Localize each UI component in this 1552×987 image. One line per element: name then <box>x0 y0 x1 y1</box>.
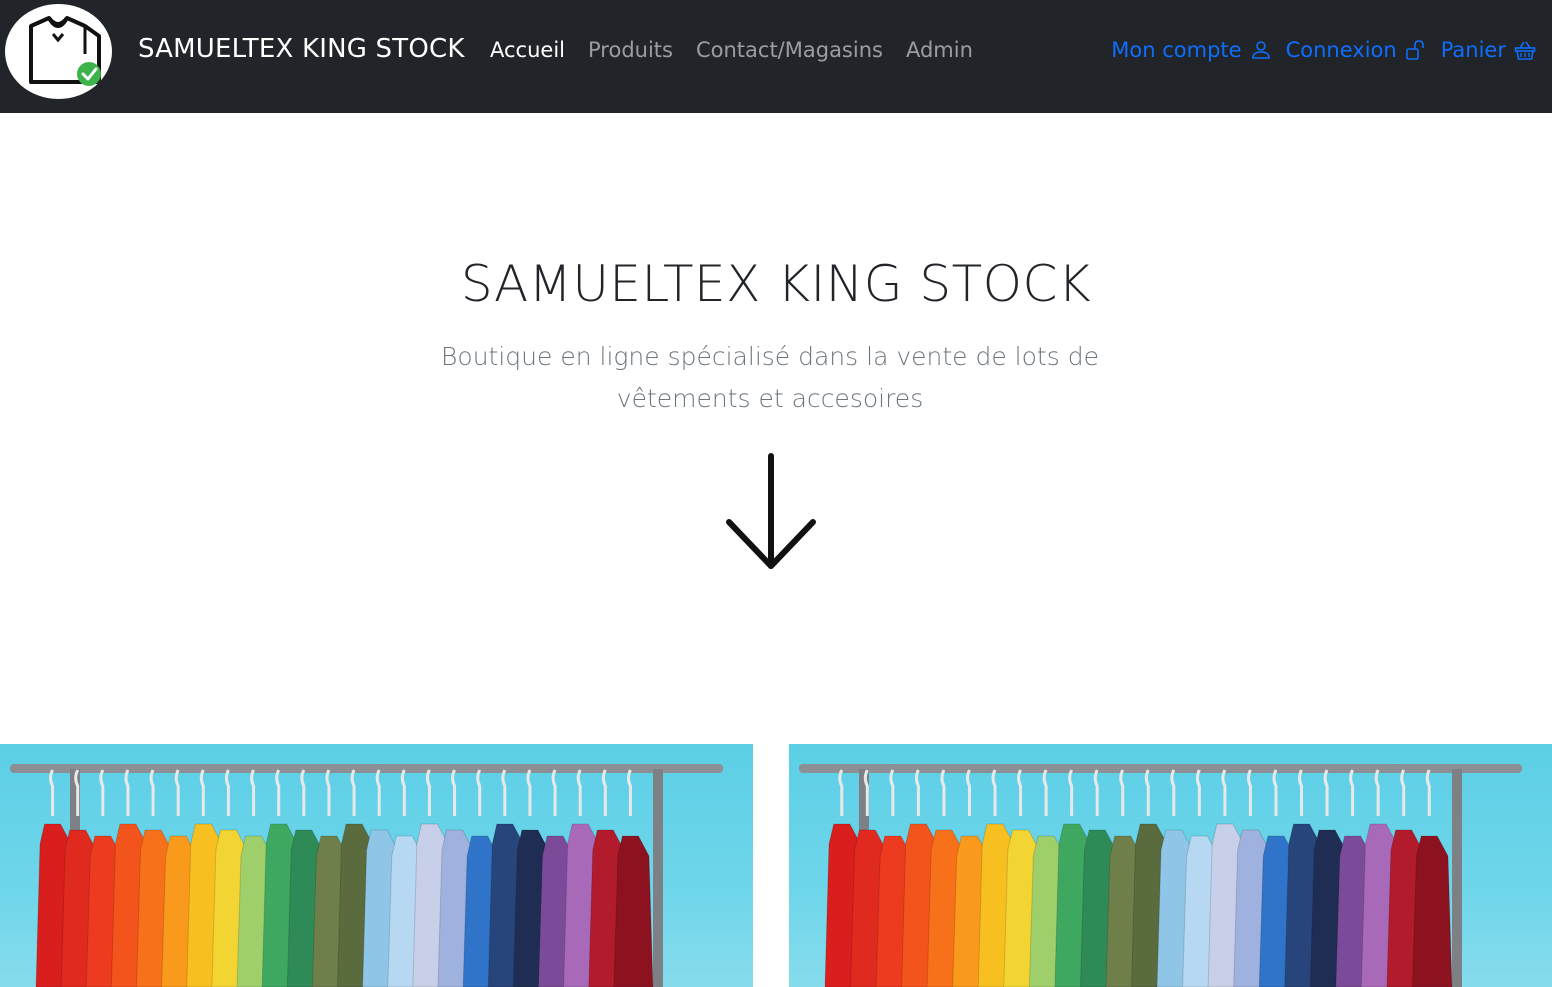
clothing-rack-photo <box>789 744 1552 987</box>
clothing-rack-illustration <box>799 764 1522 987</box>
basket-icon <box>1514 41 1536 60</box>
nav-link-produits[interactable]: Produits <box>588 38 673 62</box>
nav-actions: Mon compte Connexion Panier <box>1097 38 1536 62</box>
brand-logo[interactable] <box>5 4 112 99</box>
top-navbar: SAMUELTEX KING STOCK Accueil Produits Co… <box>0 0 1552 113</box>
clothing-rack-photo <box>0 744 753 987</box>
connexion-link[interactable]: Connexion <box>1286 38 1427 62</box>
mon-compte-label: Mon compte <box>1111 38 1242 62</box>
nav-link-accueil[interactable]: Accueil <box>490 38 565 62</box>
person-icon <box>1251 41 1270 59</box>
hero-subtitle: Boutique en ligne spécialisé dans la ven… <box>441 342 1099 413</box>
panier-label: Panier <box>1440 38 1506 62</box>
nav-link-admin[interactable]: Admin <box>906 38 973 62</box>
hero-title: SAMUELTEX KING STOCK <box>460 255 1092 313</box>
nav-link-contact-magasins[interactable]: Contact/Magasins <box>696 38 883 62</box>
tshirt-check-logo-icon <box>29 16 101 86</box>
clothing-rack-illustration <box>10 764 723 987</box>
panier-link[interactable]: Panier <box>1441 38 1536 62</box>
gallery <box>0 744 1552 987</box>
connexion-label: Connexion <box>1285 38 1397 62</box>
arrow-down-icon[interactable] <box>723 450 819 574</box>
nav-links: Accueil Produits Contact/Magasins Admin <box>490 38 996 62</box>
unlock-icon <box>1405 40 1424 60</box>
mon-compte-link[interactable]: Mon compte <box>1111 38 1271 62</box>
brand-name[interactable]: SAMUELTEX KING STOCK <box>138 34 465 64</box>
